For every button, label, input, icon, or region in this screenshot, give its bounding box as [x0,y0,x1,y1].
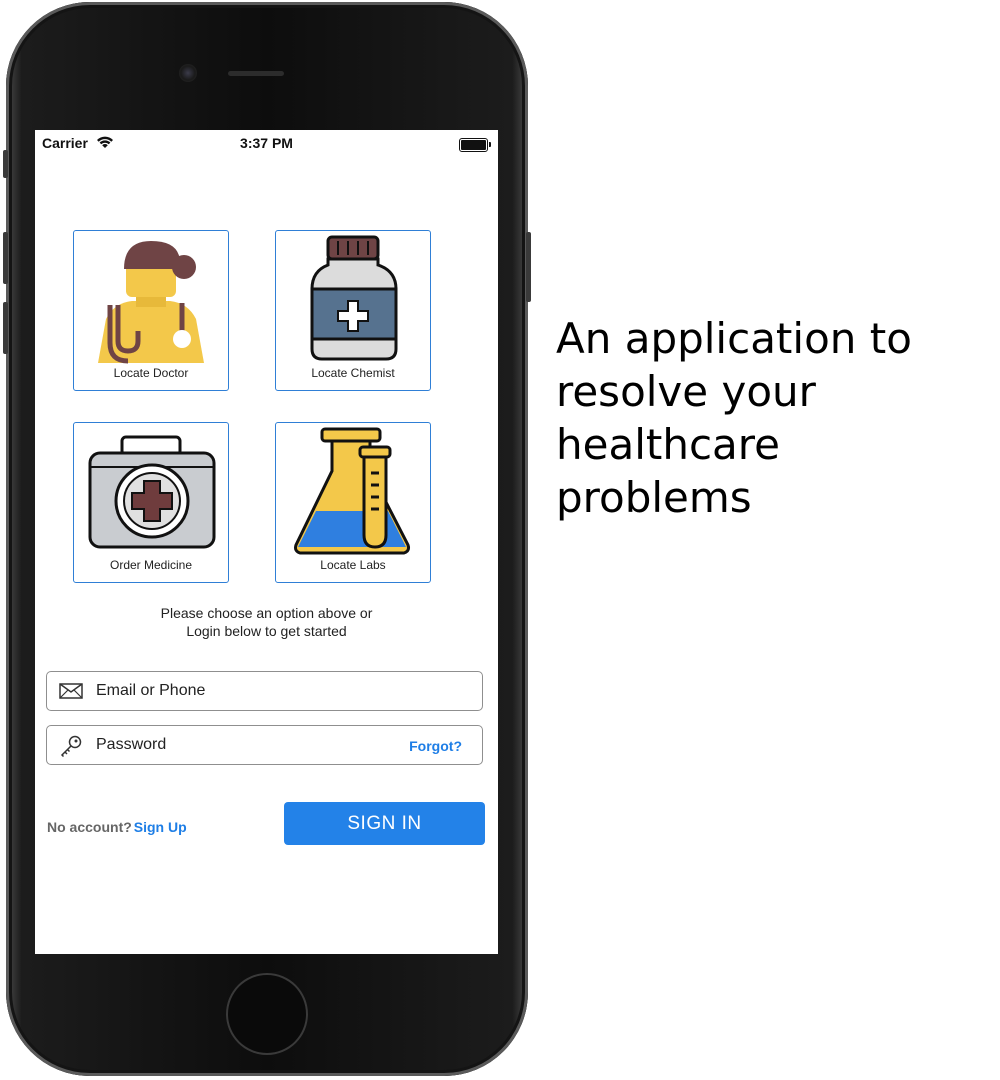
help-text: Please choose an option above or Login b… [35,604,498,640]
password-placeholder: Password [96,736,167,753]
forgot-password-link[interactable]: Forgot? [409,738,462,754]
tile-order-medicine[interactable]: Order Medicine [73,422,229,583]
tagline-line-1: An application to [556,314,912,363]
password-field[interactable]: Password Forgot? [46,725,483,765]
tile-locate-chemist[interactable]: Locate Chemist [275,230,431,391]
no-account-row: No account? Sign Up [47,819,187,835]
tagline-line-3: healthcare [556,420,780,469]
tile-locate-doctor[interactable]: Locate Doctor [73,230,229,391]
home-button[interactable] [226,973,308,1055]
medicine-bottle-icon [310,235,398,361]
envelope-icon [59,683,83,699]
mute-switch [3,150,8,178]
power-button [526,232,531,302]
tile-locate-labs[interactable]: Locate Labs [275,422,431,583]
first-aid-kit-icon [88,435,216,549]
battery-icon [459,138,491,152]
app-screen: Carrier 3:37 PM Locate Doctor Locate Che… [35,130,498,954]
tile-label: Locate Doctor [113,366,189,380]
tagline: An application to resolve your healthcar… [556,312,986,524]
tile-label: Locate Labs [320,558,386,572]
doctor-icon [98,241,204,364]
volume-up-button [3,232,8,284]
status-bar: Carrier 3:37 PM [35,130,498,156]
tile-label: Locate Chemist [311,366,395,380]
lab-flask-icon [294,427,410,555]
tile-label: Order Medicine [109,558,193,572]
email-placeholder: Email or Phone [96,682,206,699]
help-text-line-1: Please choose an option above or [160,605,373,621]
tagline-line-2: resolve your [556,367,816,416]
volume-down-button [3,302,8,354]
email-field[interactable]: Email or Phone [46,671,483,711]
front-camera [179,64,197,82]
tagline-line-4: problems [556,473,752,522]
no-account-label: No account? [47,819,132,835]
earpiece-speaker [228,71,284,76]
key-icon [60,735,82,758]
help-text-line-2: Login below to get started [186,623,347,639]
sign-in-button[interactable]: SIGN IN [284,802,485,845]
sign-up-link[interactable]: Sign Up [134,819,187,835]
status-time: 3:37 PM [240,135,293,151]
